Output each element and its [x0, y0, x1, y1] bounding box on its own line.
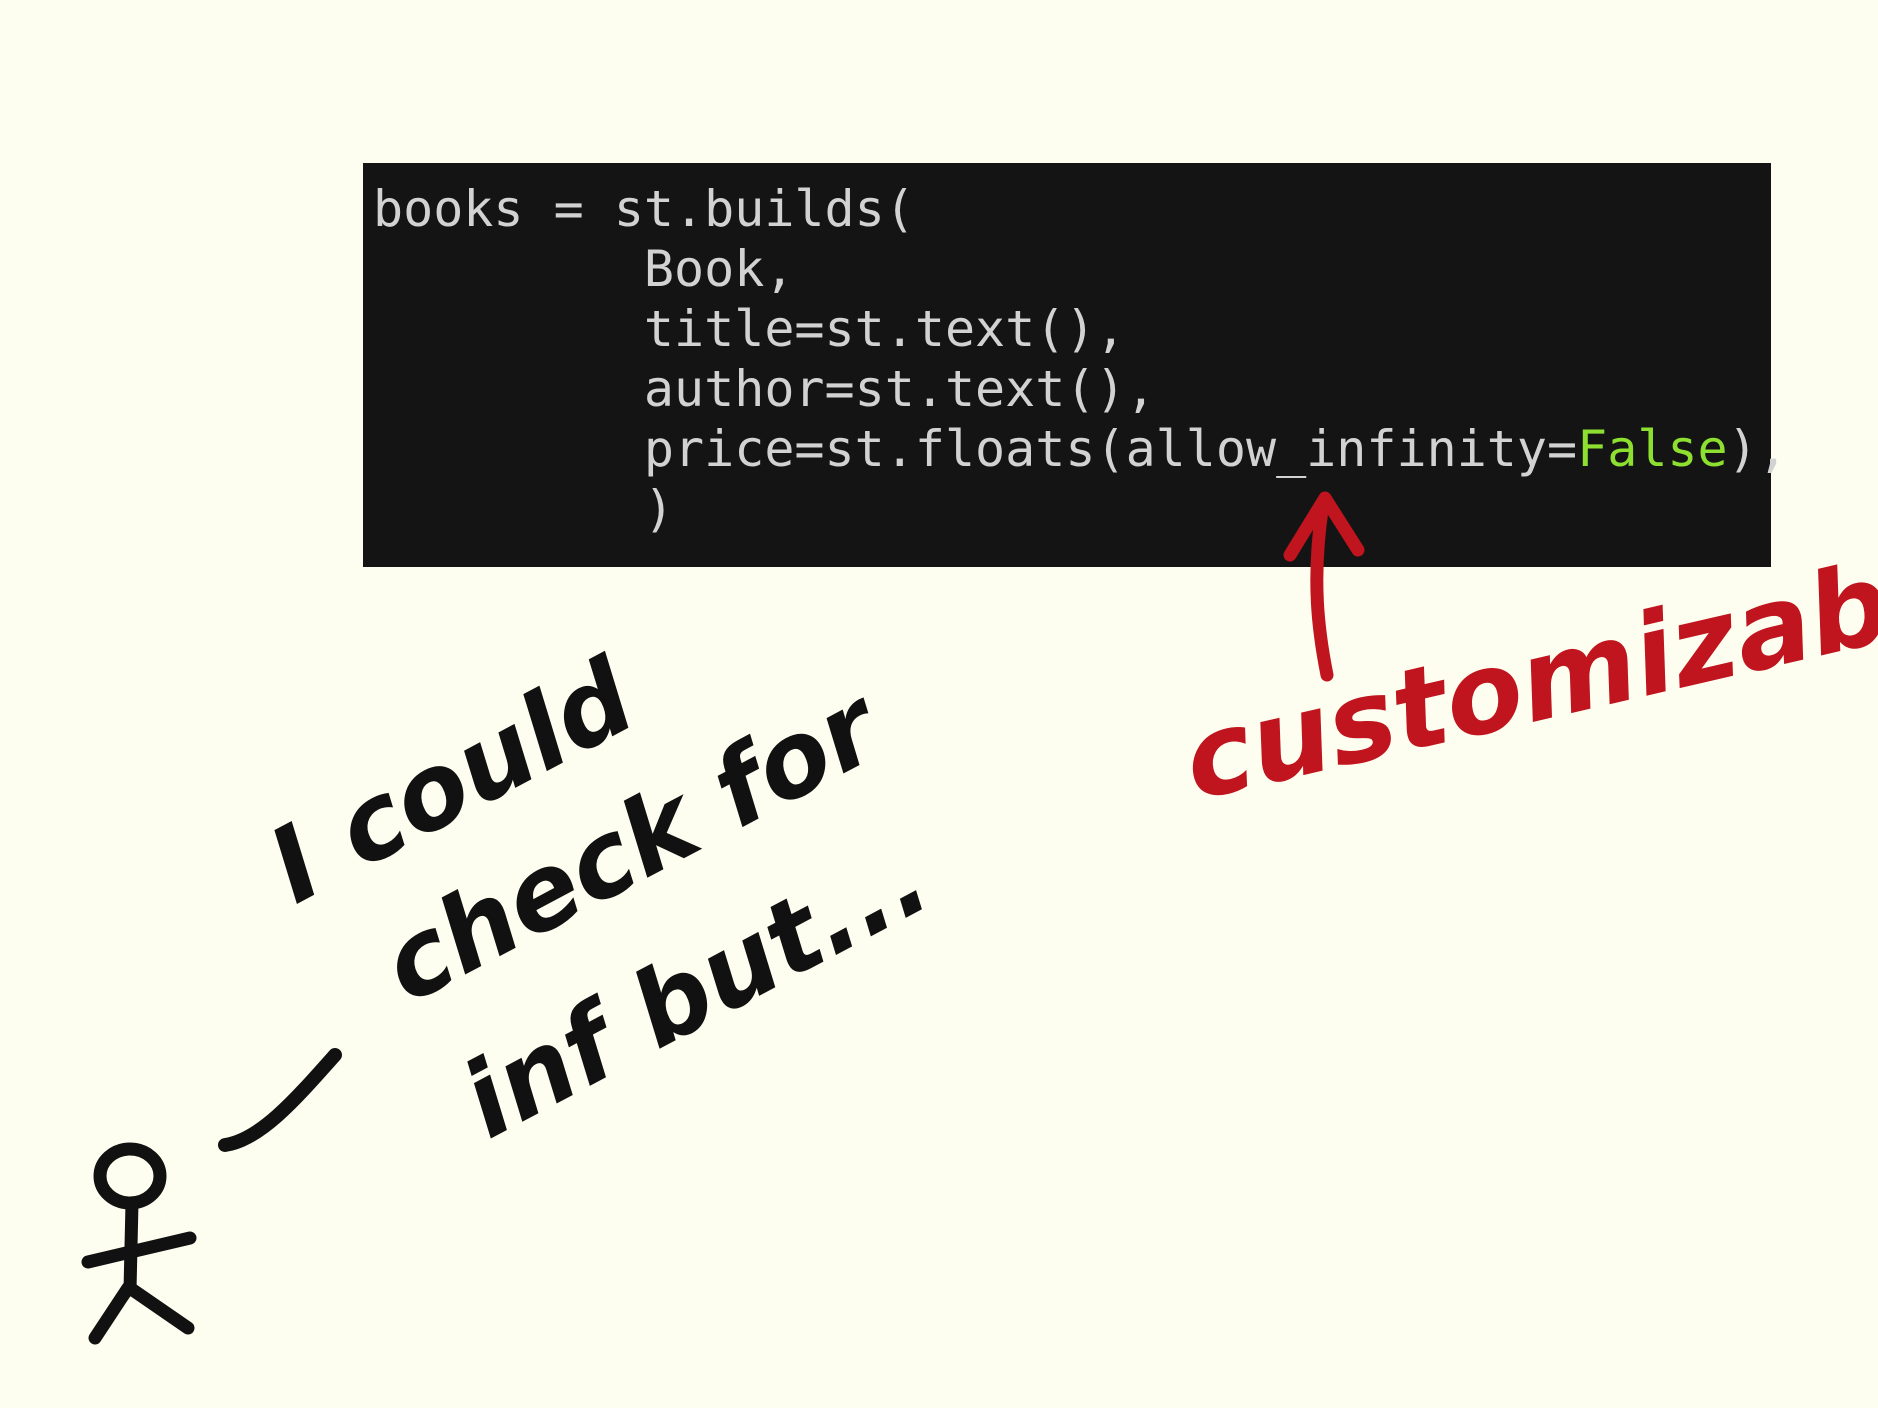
customizable-label: customizable [1172, 512, 1878, 826]
up-arrow-icon [1283, 491, 1365, 682]
annotations-layer: customizable I could check for inf but..… [81, 491, 1878, 1345]
stick-figure-icon [81, 1142, 197, 1345]
speech-line-icon [218, 1048, 342, 1152]
